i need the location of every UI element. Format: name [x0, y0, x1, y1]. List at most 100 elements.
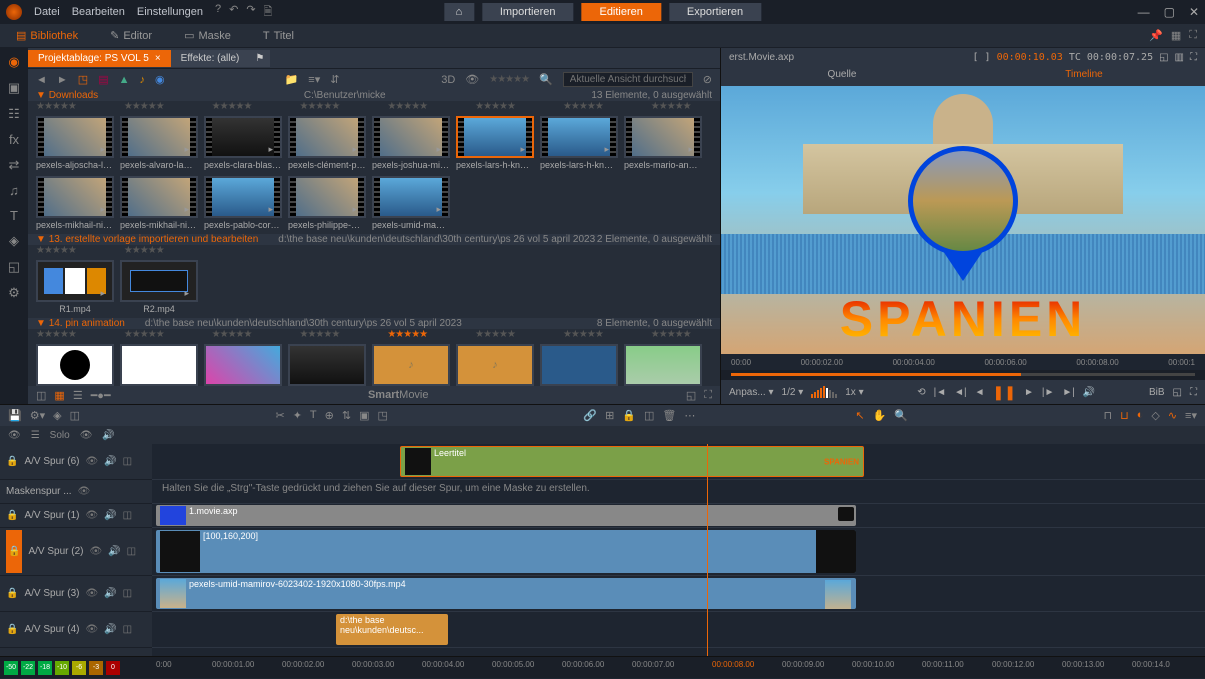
more-icon[interactable]: ⋯	[684, 409, 695, 422]
thumb-item[interactable]	[288, 344, 366, 386]
text-icon[interactable]: T	[10, 208, 18, 223]
zoom-tool-icon[interactable]: 🔍	[894, 409, 908, 422]
back-icon[interactable]: ◄	[36, 74, 47, 86]
rating-filter[interactable]: ★★★★★	[489, 74, 529, 85]
filter-icon[interactable]: ⇵	[330, 73, 339, 86]
step-fwd-icon[interactable]: ►	[1024, 387, 1034, 398]
track-head-2[interactable]: 🔒A/V Spur (2)👁🔊◫	[0, 528, 152, 576]
thumb-item[interactable]	[540, 344, 618, 386]
section-pin[interactable]: ▼ 14. pin animation d:\the base neu\kund…	[28, 318, 720, 329]
solo-label[interactable]: Solo	[50, 430, 70, 441]
fit-dropdown[interactable]: Anpas... ▾	[729, 387, 774, 398]
thumb-item[interactable]: ▸R2.mp4	[120, 260, 198, 314]
track-head-mask[interactable]: Maskenspur ...👁	[0, 480, 152, 504]
thumb-item[interactable]: ▸pexels-mikhail-nilov...	[36, 176, 114, 230]
track-head-3[interactable]: 🔒A/V Spur (3)👁🔊◫	[0, 576, 152, 612]
track-head-4[interactable]: 🔒A/V Spur (4)👁🔊◫	[0, 612, 152, 648]
preview-ruler[interactable]: 00:0000:00:02.0000:00:04.0000:00:06.0000…	[721, 354, 1205, 370]
music-icon[interactable]: ♫	[9, 183, 19, 198]
playhead[interactable]	[707, 444, 708, 656]
zoom-slider-icon[interactable]: ━●━	[91, 389, 111, 402]
thumb-item[interactable]: ▸pexels-pablo-corder...	[204, 176, 282, 230]
fullscreen-icon[interactable]: ⛶	[1190, 387, 1197, 398]
tools-icon[interactable]: ⚙	[8, 285, 20, 301]
minimize-icon[interactable]: —	[1138, 5, 1150, 19]
thumb-item[interactable]: ▸pexels-clément-prou...	[288, 116, 366, 170]
view-detail-icon[interactable]: ☰	[73, 389, 83, 402]
thumb-item[interactable]: ▸pexels-clara-blasco-...	[204, 116, 282, 170]
menu-file[interactable]: Datei	[34, 6, 60, 18]
pip-label[interactable]: BiB	[1149, 387, 1165, 398]
step-back-icon[interactable]: ◄	[975, 387, 985, 398]
pause-icon[interactable]: ❚❚	[993, 384, 1016, 401]
zoom-dropdown[interactable]: 1/2 ▾	[782, 387, 804, 398]
filter-project-icon[interactable]: ◉	[155, 73, 165, 86]
go-end-icon[interactable]: ►|	[1062, 387, 1075, 398]
redo-icon[interactable]: ↷	[246, 3, 255, 22]
folder-icon[interactable]: ▣	[8, 80, 20, 96]
track-head-6[interactable]: 🔒A/V Spur (6)👁🔊◫	[0, 444, 152, 480]
search-input[interactable]	[563, 72, 693, 87]
import-tab[interactable]: Importieren	[482, 3, 574, 21]
next-frame-icon[interactable]: |►	[1042, 387, 1055, 398]
thumb-item[interactable]: ▸pexels-umid-mamir...	[372, 176, 450, 230]
thumb-item[interactable]	[204, 344, 282, 386]
loop-icon[interactable]: ⟲	[917, 387, 925, 398]
audio-scrub-icon[interactable]: ∿	[1168, 409, 1177, 422]
track-list-icon[interactable]: ☰	[31, 430, 40, 441]
view-grid-icon[interactable]: ▦	[54, 389, 64, 402]
tc-in[interactable]: 00:00:10.03	[997, 52, 1063, 63]
prev-frame-icon[interactable]: ◄|	[954, 387, 967, 398]
filter-all-icon[interactable]: ◳	[78, 73, 88, 86]
section-downloads[interactable]: ▼ Downloads C:\Benutzer\micke 13 Element…	[28, 90, 720, 101]
split-icon[interactable]: ⇅	[342, 409, 351, 422]
preview-tab-timeline[interactable]: Timeline	[963, 66, 1205, 86]
panel-icon[interactable]: ◱	[686, 389, 696, 402]
help-icon[interactable]: ?	[215, 3, 221, 22]
volume-icon[interactable]: 🔊	[1083, 387, 1095, 398]
disk-icon[interactable]: 💾	[8, 409, 22, 422]
thumb-item[interactable]: ♪	[456, 344, 534, 386]
lock-icon[interactable]: 🔒	[622, 409, 636, 422]
track-area[interactable]: Leertitel SPANIEN Halten Sie die „Strg"-…	[152, 444, 1205, 656]
sort-icon[interactable]: ≡▾	[308, 73, 320, 86]
hand-icon[interactable]: ✋	[873, 409, 887, 422]
thumb-item[interactable]	[624, 344, 702, 386]
clip-movie[interactable]: 1.movie.axp	[156, 505, 856, 526]
edit-tab[interactable]: Editieren	[581, 3, 660, 21]
snapshot-icon[interactable]: ◫	[70, 409, 80, 422]
filter-video-icon[interactable]: ▤	[98, 73, 108, 86]
trash-icon[interactable]: 🗑	[662, 409, 676, 422]
shapes-icon[interactable]: ◈	[9, 233, 19, 249]
preview-viewport[interactable]: SPANIEN	[721, 86, 1205, 354]
fx-icon[interactable]: fx	[9, 132, 19, 147]
3d-icon[interactable]: 👁	[465, 73, 479, 86]
mode-editor[interactable]: ✎ Editor	[94, 25, 168, 46]
marker-icon[interactable]: ◈	[53, 409, 61, 422]
view-list-icon[interactable]: ◫	[36, 389, 46, 402]
lib-tab-flag[interactable]: ⚑	[249, 50, 270, 67]
bin-icon[interactable]: ◉	[8, 54, 19, 70]
mode-library[interactable]: ▤ Bibliothek	[0, 25, 94, 46]
thumb-item[interactable]: ▸R1.mp4	[36, 260, 114, 314]
solo-eye-icon[interactable]: 👁	[80, 430, 93, 441]
clip-leertitel[interactable]: Leertitel SPANIEN	[400, 446, 864, 477]
preview-full-icon[interactable]: ⛶	[1190, 52, 1197, 63]
save-icon[interactable]: 🗎	[264, 3, 273, 22]
transition-icon[interactable]: ⇄	[9, 157, 20, 173]
export-tab[interactable]: Exportieren	[669, 3, 761, 21]
forward-icon[interactable]: ►	[57, 74, 68, 86]
thumb-item[interactable]: ▸pexels-aljoscha-lasc...	[36, 116, 114, 170]
folder-nav-icon[interactable]: 📁	[285, 73, 299, 86]
link-icon[interactable]: 🔗	[583, 409, 597, 422]
thumb-item[interactable]: ▸pexels-lars-h-knuds...	[456, 116, 534, 170]
home-button[interactable]: ⌂	[444, 3, 474, 21]
view-a-icon[interactable]: ◫	[644, 409, 654, 422]
layout-icon[interactable]: ▦	[1171, 29, 1181, 42]
track-head-1[interactable]: 🔒A/V Spur (1)👁🔊◫	[0, 504, 152, 528]
thumb-item[interactable]: ▸pexels-joshua-mirins...	[372, 116, 450, 170]
smartmovie-label[interactable]: SmartSmartMovieMovie	[368, 389, 429, 401]
mode-mask[interactable]: ▭ Maske	[168, 25, 247, 46]
thumb-item[interactable]: ♪	[372, 344, 450, 386]
pin-icon[interactable]: 📌	[1149, 29, 1163, 42]
